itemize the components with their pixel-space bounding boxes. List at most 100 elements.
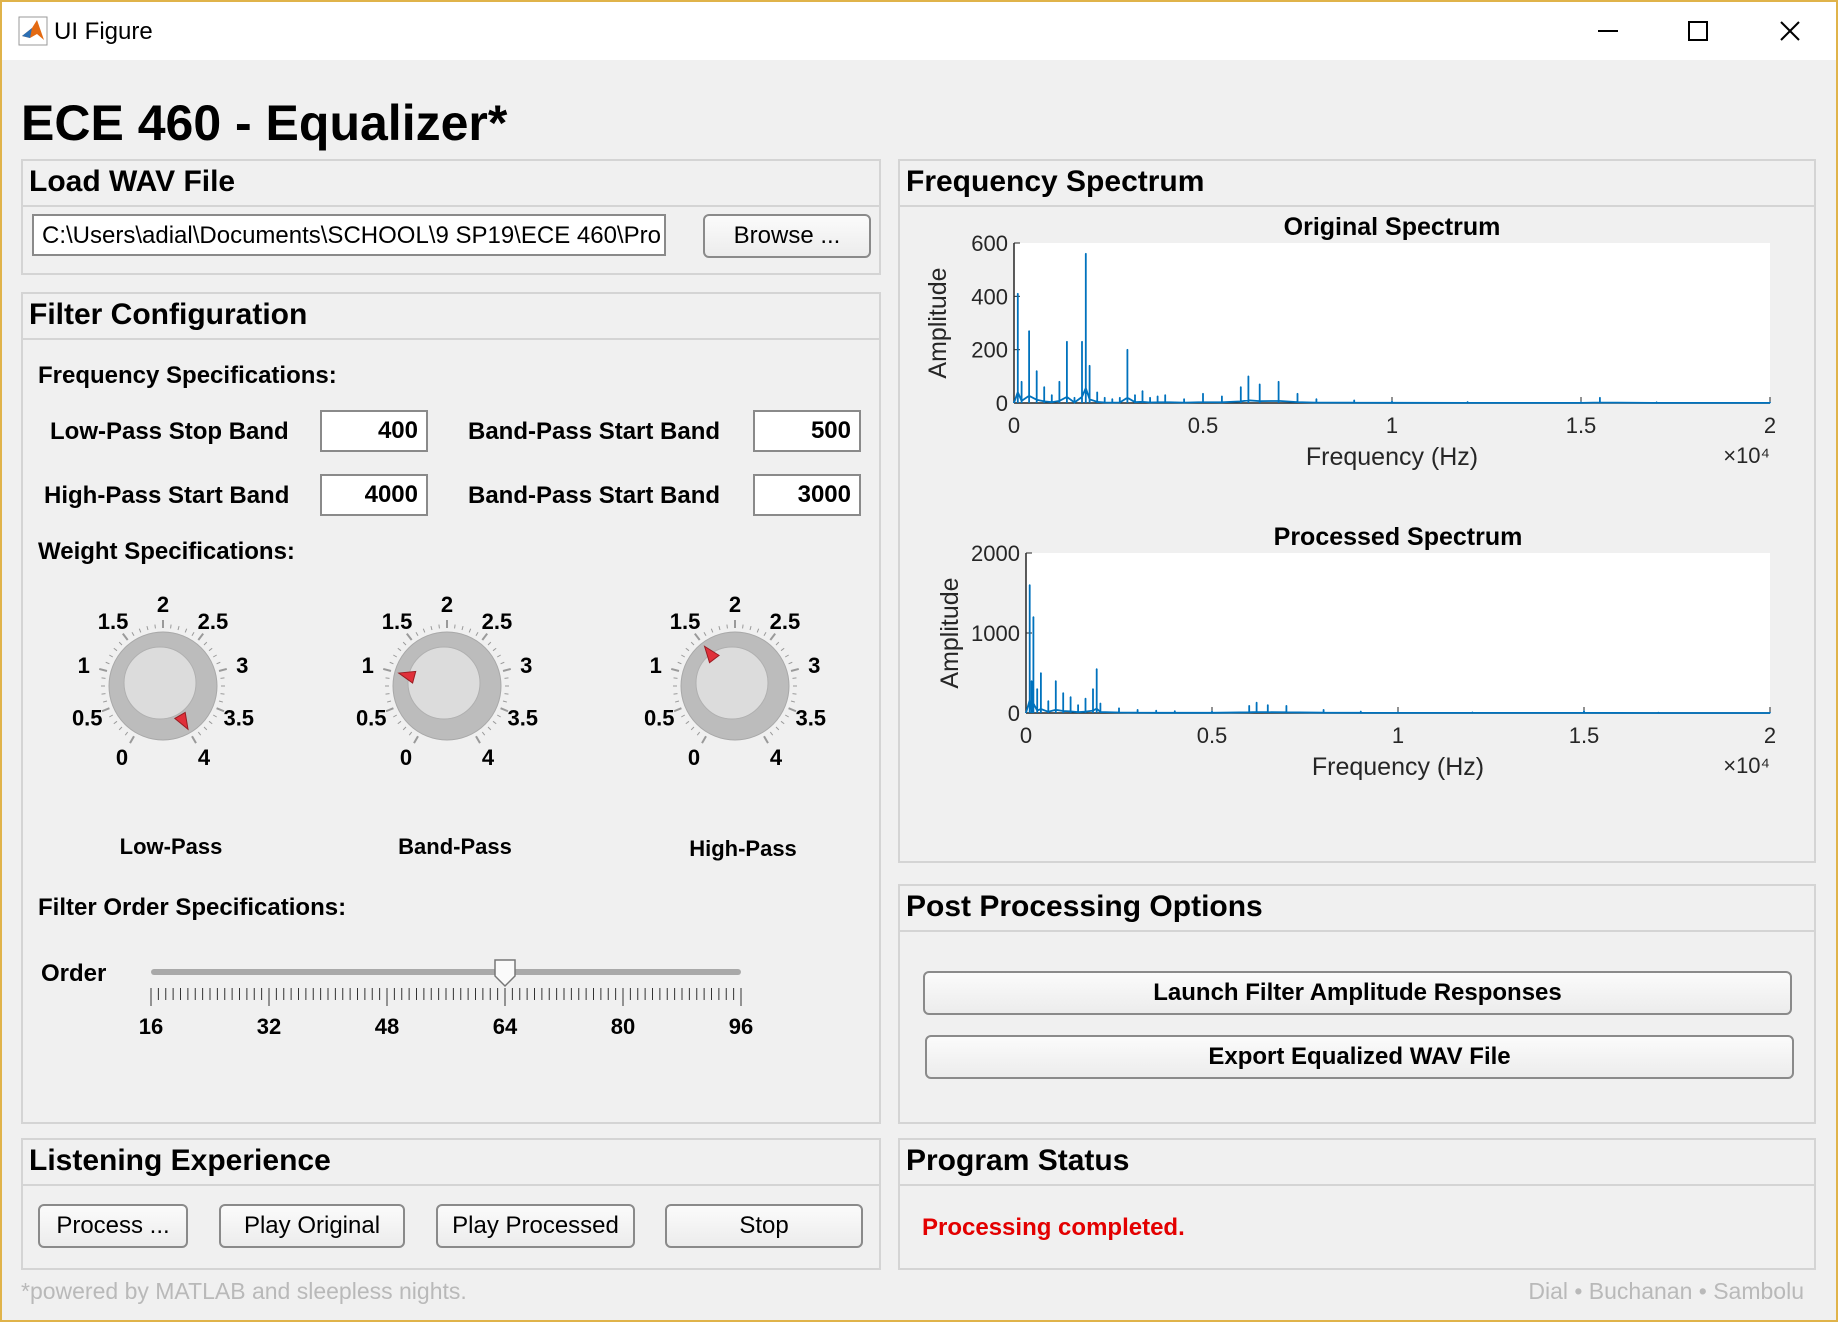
spectrum-peak-point xyxy=(1036,688,1038,690)
file-path-field[interactable]: C:\Users\adial\Documents\SCHOOL\9 SP19\E… xyxy=(32,214,666,256)
spectrum-peak-point xyxy=(1081,340,1083,343)
knob-tick xyxy=(780,720,785,725)
low-pass-knob[interactable]: 0 0.5 1 1.5 2 2.5 3 3.5 4 xyxy=(51,584,291,784)
minimize-button[interactable] xyxy=(1578,10,1638,52)
knob-tick xyxy=(208,720,213,725)
knob-tick xyxy=(415,632,419,637)
high-pass-start-input[interactable]: 4000 xyxy=(320,474,428,516)
spectrum-peak-point xyxy=(1471,711,1474,714)
maximize-button[interactable] xyxy=(1668,10,1728,52)
maximize-icon xyxy=(1688,21,1708,41)
listening-experience-panel: Listening Experience Process ... Play Or… xyxy=(21,1138,881,1270)
knob-tick xyxy=(109,654,114,658)
band-pass-start-input[interactable]: 500 xyxy=(753,410,861,452)
spectrum-peak-point xyxy=(1134,394,1136,396)
app-title: ECE 460 - Equalizer* xyxy=(21,95,508,151)
slider-tick-label: 96 xyxy=(729,1014,753,1039)
spectrum-peak-point xyxy=(1043,386,1046,388)
knob-tick xyxy=(212,714,217,718)
knob-tick xyxy=(385,707,394,713)
y-tick-label: 1000 xyxy=(971,621,1020,646)
knob-tick xyxy=(749,625,752,631)
knob-tick xyxy=(718,625,721,631)
knob-tick xyxy=(124,731,129,736)
spectrum-peak-point xyxy=(1360,710,1362,713)
stop-button[interactable]: Stop xyxy=(665,1204,863,1248)
play-processed-button[interactable]: Play Processed xyxy=(436,1204,635,1248)
knob-tick-label: 1 xyxy=(78,653,90,678)
browse-button[interactable]: Browse ... xyxy=(703,214,871,258)
spectrum-peak-point xyxy=(1769,711,1771,714)
export-wav-button[interactable]: Export Equalized WAV File xyxy=(925,1035,1794,1079)
original-spectrum-chart: Original Spectrum 0 0.5 1 1.5 2 0 200 400 600 Freq… xyxy=(924,213,1776,471)
panel-title: Program Status xyxy=(906,1144,1130,1177)
spectrum-peak-point xyxy=(1397,711,1399,713)
knob-tick xyxy=(742,624,744,629)
spectrum-peak-point xyxy=(1183,398,1185,400)
x-tick-label: 0 xyxy=(1008,413,1020,438)
spectrum-peak-point xyxy=(1118,707,1120,709)
knob-tick xyxy=(468,628,472,633)
knob-tick xyxy=(685,647,690,652)
high-pass-knob[interactable]: 0 0.5 1 1.5 2 2.5 3 3.5 4 xyxy=(623,584,863,784)
knob-tick xyxy=(481,633,488,641)
band-pass-start-label: Band-Pass Start Band xyxy=(468,418,721,445)
knob-tick xyxy=(393,714,398,718)
y-tick-label: 2000 xyxy=(971,541,1020,566)
spectrum-peak-point xyxy=(1211,710,1213,713)
knob-tick xyxy=(461,625,464,631)
band-pass-stop-input[interactable]: 3000 xyxy=(753,474,861,516)
slider-handle[interactable] xyxy=(494,959,516,988)
knob-tick-label: 1 xyxy=(362,653,374,678)
knob-tick xyxy=(775,726,780,731)
spectrum-peak-point xyxy=(1174,710,1176,712)
order-slider[interactable]: 16 32 48 64 80 96 xyxy=(133,944,873,1044)
spectrum-peak-point xyxy=(1028,330,1030,332)
slider-tick-label: 64 xyxy=(493,1014,518,1039)
spectrum-peak-point xyxy=(1136,709,1139,711)
knob-tick xyxy=(674,700,680,703)
knob-tick xyxy=(105,661,110,665)
close-button[interactable] xyxy=(1760,10,1820,52)
knob-tick xyxy=(784,714,789,718)
chart-title: Original Spectrum xyxy=(1284,213,1501,241)
knob-tick-label: 3 xyxy=(520,653,532,678)
knob-tick xyxy=(481,731,486,736)
knob-tick xyxy=(138,628,142,633)
spectrum-peak-point xyxy=(1111,398,1114,400)
knob-tick-label: 4 xyxy=(770,745,783,770)
knob-tick xyxy=(170,624,172,629)
footer-credit: *powered by MATLAB and sleepless nights. xyxy=(21,1278,467,1304)
slider-track xyxy=(151,969,741,975)
spectrum-peak-point xyxy=(1030,680,1033,682)
knob-tick xyxy=(101,693,106,695)
x-tick-label: 2 xyxy=(1764,723,1776,748)
knob-tick xyxy=(430,625,433,631)
spectrum-peak-point xyxy=(1032,616,1035,618)
knob-tick xyxy=(197,633,204,641)
knob-tick xyxy=(673,693,678,695)
spectrum-peak-point xyxy=(1466,401,1469,403)
launch-filter-responses-button[interactable]: Launch Filter Amplitude Responses xyxy=(923,971,1792,1015)
knob-tick-label: 2 xyxy=(157,592,169,617)
knob-tick xyxy=(701,735,707,744)
y-axis-label: Amplitude xyxy=(924,267,952,378)
knob-tick xyxy=(475,735,481,744)
band-pass-knob-label: Band-Pass xyxy=(398,834,512,859)
spectrum-peak-point xyxy=(1285,705,1288,707)
knob-tick-label: 3 xyxy=(236,653,248,678)
band-pass-knob[interactable]: 0 0.5 1 1.5 2 2.5 3 3.5 4 xyxy=(335,584,575,784)
knob-tick xyxy=(402,726,407,731)
knob-tick xyxy=(422,628,426,633)
spectrum-peak-point xyxy=(1149,396,1151,399)
knob-tick xyxy=(475,632,479,637)
low-pass-stop-label: Low-Pass Stop Band xyxy=(50,418,289,445)
low-pass-stop-input[interactable]: 400 xyxy=(320,410,428,452)
play-original-button[interactable]: Play Original xyxy=(219,1204,405,1248)
process-button[interactable]: Process ... xyxy=(38,1204,188,1248)
spectrum-peak-point xyxy=(1025,711,1027,713)
spectrum-peak-point xyxy=(1155,709,1157,712)
x-tick-label: 1.5 xyxy=(1566,413,1597,438)
knob-tick xyxy=(118,641,123,646)
knob-tick xyxy=(154,624,156,629)
